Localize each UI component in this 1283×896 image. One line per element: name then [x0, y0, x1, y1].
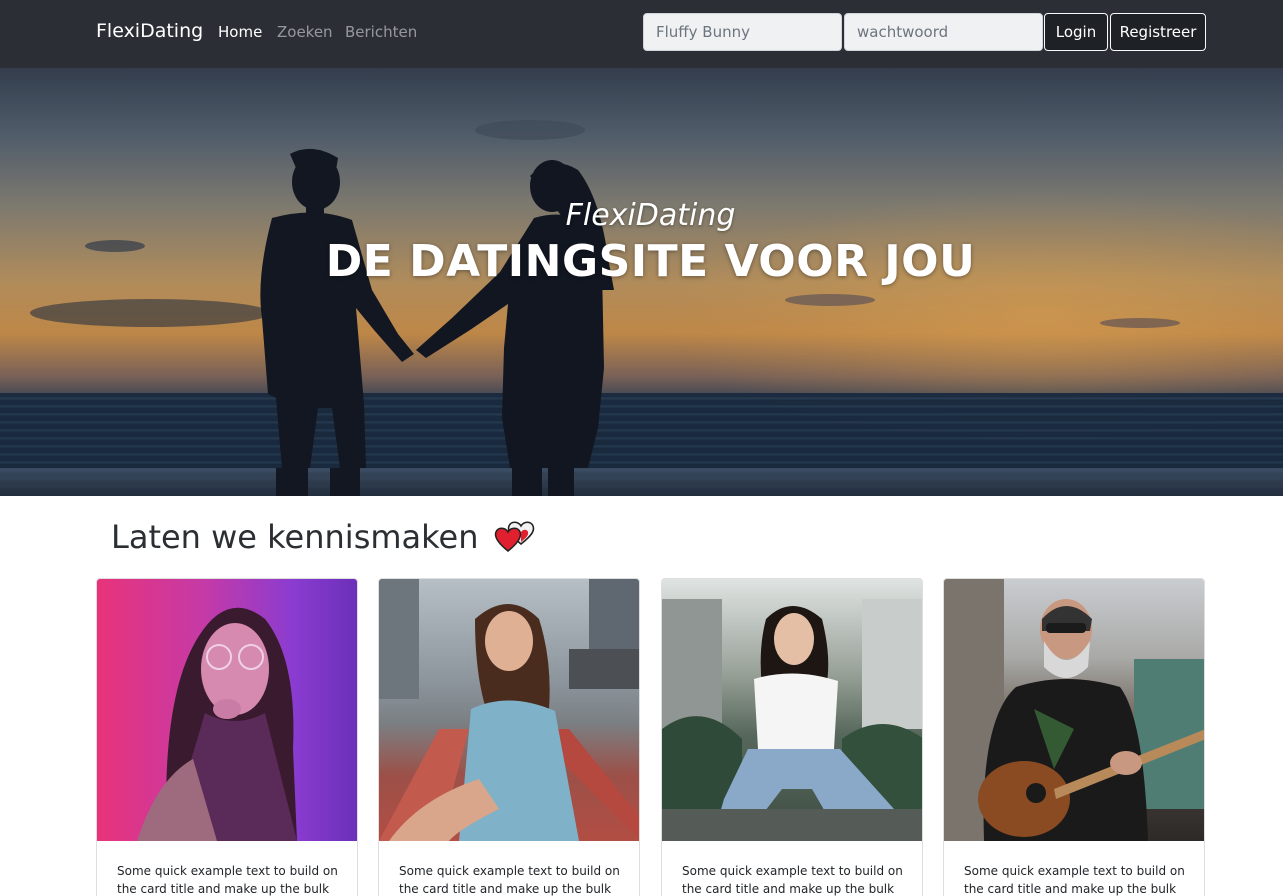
hero-title: DE DATINGSITE VOOR JOU [325, 236, 976, 287]
two-hearts-icon [493, 520, 535, 554]
card-text: Some quick example text to build on the … [682, 864, 903, 896]
card-text: Some quick example text to build on the … [399, 864, 620, 896]
card-image[interactable] [379, 579, 639, 841]
card-image[interactable] [97, 579, 357, 841]
card-text: Some quick example text to build on the … [964, 864, 1185, 896]
profile-card[interactable]: Some quick example text to build on the … [661, 578, 923, 896]
nav-link-zoeken[interactable]: Zoeken [277, 23, 333, 41]
nav-link-berichten[interactable]: Berichten [345, 23, 417, 41]
woman-reaching-hand-photo [379, 579, 639, 841]
card-image[interactable] [944, 579, 1204, 841]
woman-sitting-outdoors-photo [662, 599, 922, 841]
hero-subtitle: FlexiDating [565, 198, 736, 233]
woman-neon-portrait-photo [137, 607, 297, 841]
brand-link[interactable]: FlexiDating [96, 20, 203, 42]
card-text: Some quick example text to build on the … [117, 864, 338, 896]
password-input[interactable] [844, 13, 1043, 51]
username-input[interactable] [643, 13, 842, 51]
navbar: FlexiDating Home Zoeken Berichten Login … [0, 0, 1283, 68]
login-button[interactable]: Login [1044, 13, 1108, 51]
card-image[interactable] [662, 579, 922, 841]
man-playing-guitar-photo [944, 579, 1204, 841]
section-heading-text: Laten we kennismaken [111, 518, 479, 556]
profile-card[interactable]: Some quick example text to build on the … [378, 578, 640, 896]
section-heading: Laten we kennismaken [111, 518, 535, 556]
register-button[interactable]: Registreer [1110, 13, 1206, 51]
hero-banner: FlexiDating DE DATINGSITE VOOR JOU [0, 68, 1283, 496]
nav-link-home[interactable]: Home [218, 23, 262, 41]
profile-card[interactable]: Some quick example text to build on the … [943, 578, 1205, 896]
profile-card[interactable]: Some quick example text to build on the … [96, 578, 358, 896]
